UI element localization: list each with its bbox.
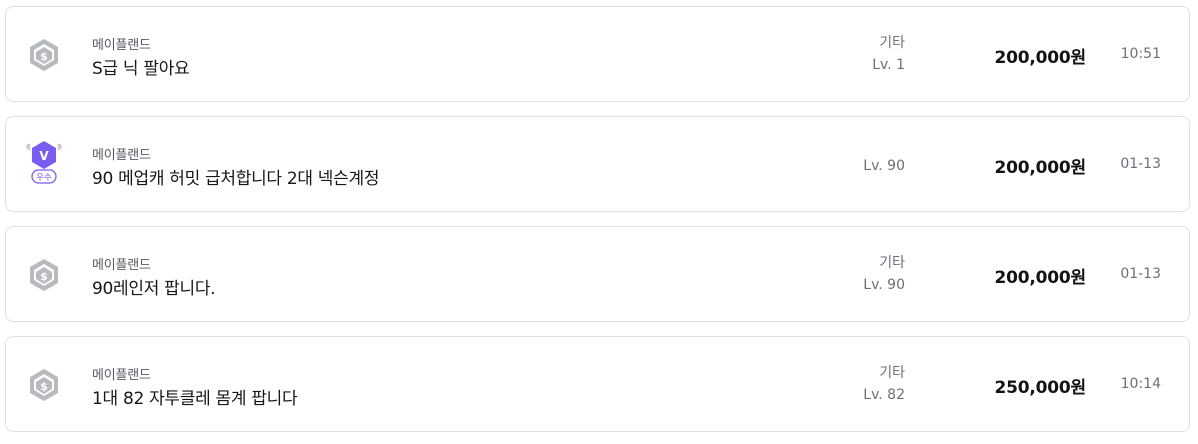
listing-card[interactable]: V 우수 메이플랜드 90 메업캐 허밋 급처합니다 2대 넥슨계정 Lv. 9… bbox=[5, 116, 1190, 212]
listing-meta: 기타 Lv. 82 bbox=[863, 362, 905, 406]
price: 200,000원 bbox=[994, 158, 1087, 178]
listing-list: $ 메이플랜드 S급 닉 팔아요 기타 Lv. 1 200,000원 10:51… bbox=[0, 0, 1198, 444]
seller-name: 메이플랜드 bbox=[92, 368, 151, 383]
listing-title[interactable]: 90레인저 팝니다. bbox=[92, 274, 216, 299]
listing-meta: 기타 Lv. 1 bbox=[872, 32, 905, 76]
listing-meta: 기타 Lv. 90 bbox=[863, 252, 905, 296]
shield-dollar-icon: $ bbox=[24, 365, 64, 405]
level-label: Lv. 90 bbox=[863, 277, 905, 293]
price: 200,000원 bbox=[994, 48, 1087, 68]
listing-card[interactable]: $ 메이플랜드 90레인저 팝니다. 기타 Lv. 90 200,000원 01… bbox=[5, 226, 1190, 322]
listing-title[interactable]: 90 메업캐 허밋 급처합니다 2대 넥슨계정 bbox=[92, 164, 379, 189]
timestamp: 10:14 bbox=[1120, 376, 1161, 392]
svg-text:$: $ bbox=[40, 50, 48, 63]
timestamp: 01-13 bbox=[1120, 266, 1161, 282]
price: 200,000원 bbox=[994, 268, 1087, 288]
listing-card[interactable]: $ 메이플랜드 1대 82 자투클레 몸계 팝니다 기타 Lv. 82 250,… bbox=[5, 336, 1190, 432]
seller-name: 메이플랜드 bbox=[92, 148, 151, 163]
price: 250,000원 bbox=[994, 378, 1087, 398]
badge-label: 우수 bbox=[36, 173, 52, 183]
category-label: 기타 bbox=[879, 365, 905, 381]
listing-title[interactable]: 1대 82 자투클레 몸계 팝니다 bbox=[92, 384, 298, 409]
svg-text:$: $ bbox=[40, 270, 48, 283]
svg-text:V: V bbox=[39, 149, 49, 163]
shield-dollar-icon: $ bbox=[24, 255, 64, 295]
timestamp: 01-13 bbox=[1120, 156, 1161, 172]
listing-title[interactable]: S급 닉 팔아요 bbox=[92, 54, 190, 79]
seller-name: 메이플랜드 bbox=[92, 38, 151, 53]
category-label: 기타 bbox=[879, 35, 905, 51]
timestamp: 10:51 bbox=[1120, 46, 1161, 62]
svg-text:$: $ bbox=[40, 380, 48, 393]
shield-dollar-icon: $ bbox=[24, 35, 64, 75]
v-grade-excellent-icon: V 우수 bbox=[24, 139, 64, 185]
listing-meta: Lv. 90 bbox=[863, 155, 905, 177]
level-label: Lv. 90 bbox=[863, 158, 905, 174]
category-label: 기타 bbox=[879, 255, 905, 271]
listing-card[interactable]: $ 메이플랜드 S급 닉 팔아요 기타 Lv. 1 200,000원 10:51 bbox=[5, 6, 1190, 102]
level-label: Lv. 82 bbox=[863, 387, 905, 403]
seller-name: 메이플랜드 bbox=[92, 258, 151, 273]
level-label: Lv. 1 bbox=[872, 57, 905, 73]
